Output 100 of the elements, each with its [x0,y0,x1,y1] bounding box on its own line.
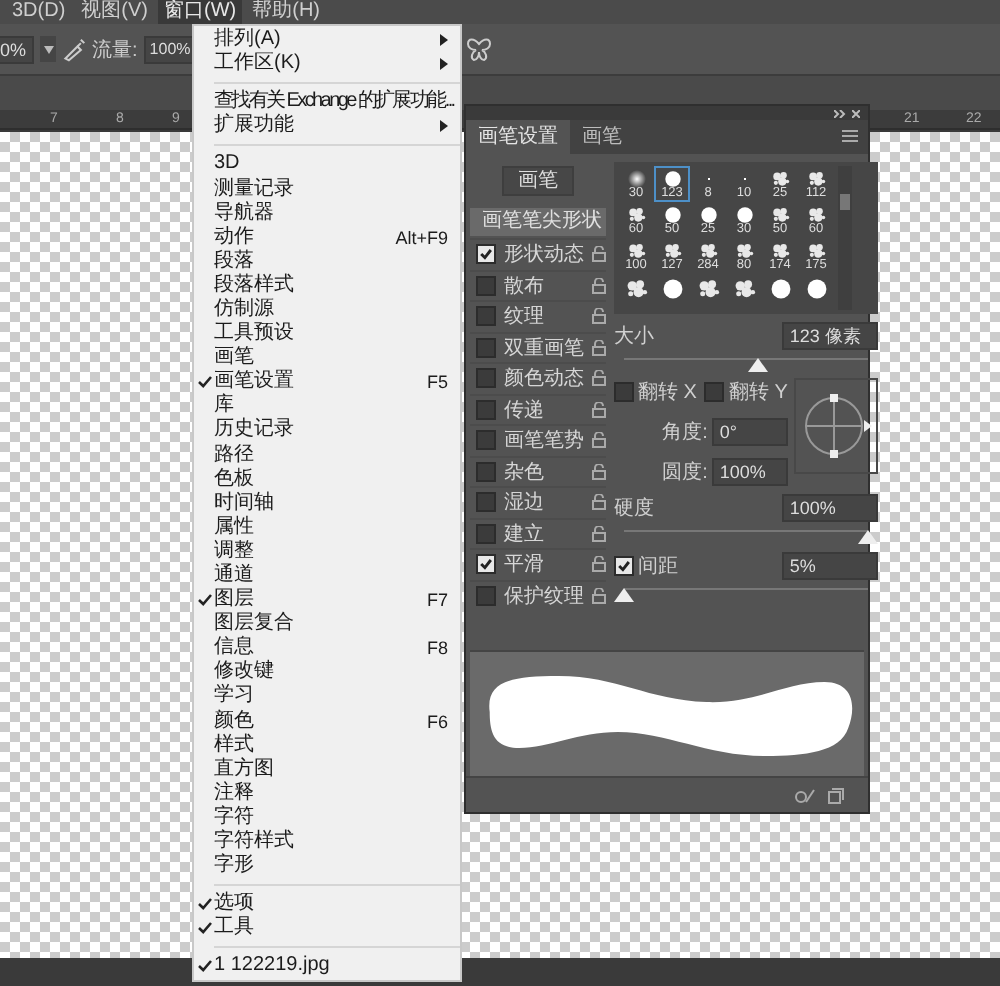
lock-icon[interactable] [592,308,606,325]
lock-icon[interactable] [592,463,606,480]
menu-item[interactable]: 段落样式 [194,273,460,298]
checkbox[interactable] [476,554,496,575]
menu-item[interactable]: 字符样式 [194,830,460,855]
angle-dial[interactable] [793,378,878,474]
menu-bar-item[interactable]: 帮助(H) [246,0,327,24]
checkbox[interactable] [476,461,496,482]
lock-icon[interactable] [592,277,606,294]
menu-item[interactable]: 属性 [194,515,460,540]
lock-icon[interactable] [592,401,606,418]
menu-item[interactable]: 修改键 [194,660,460,685]
option-label[interactable]: 保护纹理 [504,581,584,610]
lock-icon[interactable] [592,432,606,449]
spacing-field[interactable]: 5% [781,552,878,580]
option-label[interactable]: 纹理 [504,302,584,331]
checkbox[interactable] [476,368,496,389]
panel-tab[interactable]: 画笔设置 [466,120,570,154]
brushes-button[interactable]: 画笔 [502,166,574,196]
menu-item[interactable]: 仿制源 [194,297,460,323]
menu-item[interactable]: 画笔 [194,346,460,371]
menu-item[interactable]: 图层复合 [194,612,460,637]
menu-item[interactable]: 时间轴 [194,491,460,516]
checkbox[interactable] [476,523,496,544]
menu-item[interactable]: 直方图 [194,757,460,782]
dropdown-button[interactable] [40,36,57,62]
option-label[interactable]: 双重画笔 [504,333,584,362]
menu-item[interactable]: 工具预设 [194,322,460,347]
checkbox[interactable] [476,306,496,327]
slider-thumb[interactable] [857,530,878,544]
menu-item[interactable]: 路径 [194,443,460,468]
flow-field[interactable]: 100% [143,35,197,63]
panel-tab[interactable]: 画笔 [570,120,634,154]
menu-item[interactable]: 1 122219.jpg [194,954,460,979]
menu-item[interactable]: 字符 [194,805,460,830]
option-label[interactable]: 画笔笔势 [504,426,584,455]
menu-item[interactable]: 样式 [194,733,460,758]
menu-bar-item[interactable]: 3D(D) [6,0,72,24]
menu-item[interactable]: 图层 F7 [194,588,460,613]
checkbox[interactable] [476,492,496,513]
lock-icon[interactable] [592,494,606,511]
menu-item[interactable]: 排列(A) [194,28,460,53]
checkbox[interactable] [704,382,725,402]
menu-bar-item[interactable]: 视图(V) [75,0,155,24]
menu-item[interactable]: 段落 [194,249,460,274]
lock-icon[interactable] [592,339,606,356]
collapse-icon[interactable] [834,109,846,117]
option-label[interactable]: 平滑 [504,550,584,579]
menu-item[interactable]: 颜色 F6 [194,709,460,734]
airbrush-icon[interactable] [62,37,87,61]
menu-item[interactable]: 扩展功能 [194,114,460,139]
menu-icon[interactable] [842,130,858,142]
butterfly-icon[interactable] [466,38,492,62]
zoom-field[interactable]: 0% [0,35,35,63]
menu-item[interactable]: 3D [194,152,460,177]
checkbox[interactable] [476,585,496,606]
slider-thumb[interactable] [614,588,634,602]
lock-icon[interactable] [592,556,606,573]
option-label[interactable]: 颜色动态 [504,364,584,393]
slashed-circle-icon[interactable] [794,787,816,803]
size-field[interactable]: 123 像素 [781,322,878,350]
menu-item[interactable]: 注释 [194,781,460,806]
angle-field[interactable]: 0° [711,418,788,446]
spacing-label[interactable]: 间距 [638,552,678,580]
menu-item[interactable]: 历史记录 [194,418,460,443]
slider-thumb[interactable] [748,358,769,372]
lock-icon[interactable] [592,525,606,542]
close-icon[interactable] [852,109,860,117]
menu-item[interactable]: 字形 [194,854,460,879]
brush-tip-shape-item[interactable]: 画笔笔尖形状 [470,208,606,236]
hardness-field[interactable]: 100% [781,494,878,522]
checkbox[interactable] [614,556,634,576]
checkbox[interactable] [476,244,496,265]
option-label[interactable]: 湿边 [504,488,584,517]
scrollbar[interactable] [838,166,852,310]
option-label[interactable]: 建立 [504,519,584,548]
menu-item[interactable]: 动作 Alt+F9 [194,225,460,250]
lock-icon[interactable] [592,587,606,604]
lock-icon[interactable] [592,246,606,263]
option-label[interactable]: 传递 [504,395,584,424]
option-label[interactable]: 杂色 [504,457,584,486]
menu-item[interactable]: 查找有关 Exchange 的扩展功能... [194,90,460,115]
checkbox[interactable] [476,399,496,420]
menu-item[interactable]: 信息 F8 [194,636,460,661]
new-page-icon[interactable] [828,787,844,803]
roundness-field[interactable]: 100% [711,458,788,486]
menu-item[interactable]: 库 [194,394,460,419]
option-label[interactable]: 形状动态 [504,240,584,269]
menu-item[interactable]: 工作区(K) [194,52,460,77]
checkbox[interactable] [476,275,496,296]
menu-item[interactable]: 通道 [194,563,460,589]
option-label[interactable]: 散布 [504,271,584,300]
lock-icon[interactable] [592,370,606,387]
checkbox[interactable] [476,430,496,451]
menu-item[interactable]: 色板 [194,467,460,492]
menu-item[interactable]: 画笔设置 F5 [194,370,460,395]
flip-label[interactable]: 翻转 X [638,378,697,406]
menu-item[interactable]: 学习 [194,684,460,710]
menu-item[interactable]: 测量记录 [194,176,460,202]
menu-item[interactable]: 选项 [194,892,460,917]
